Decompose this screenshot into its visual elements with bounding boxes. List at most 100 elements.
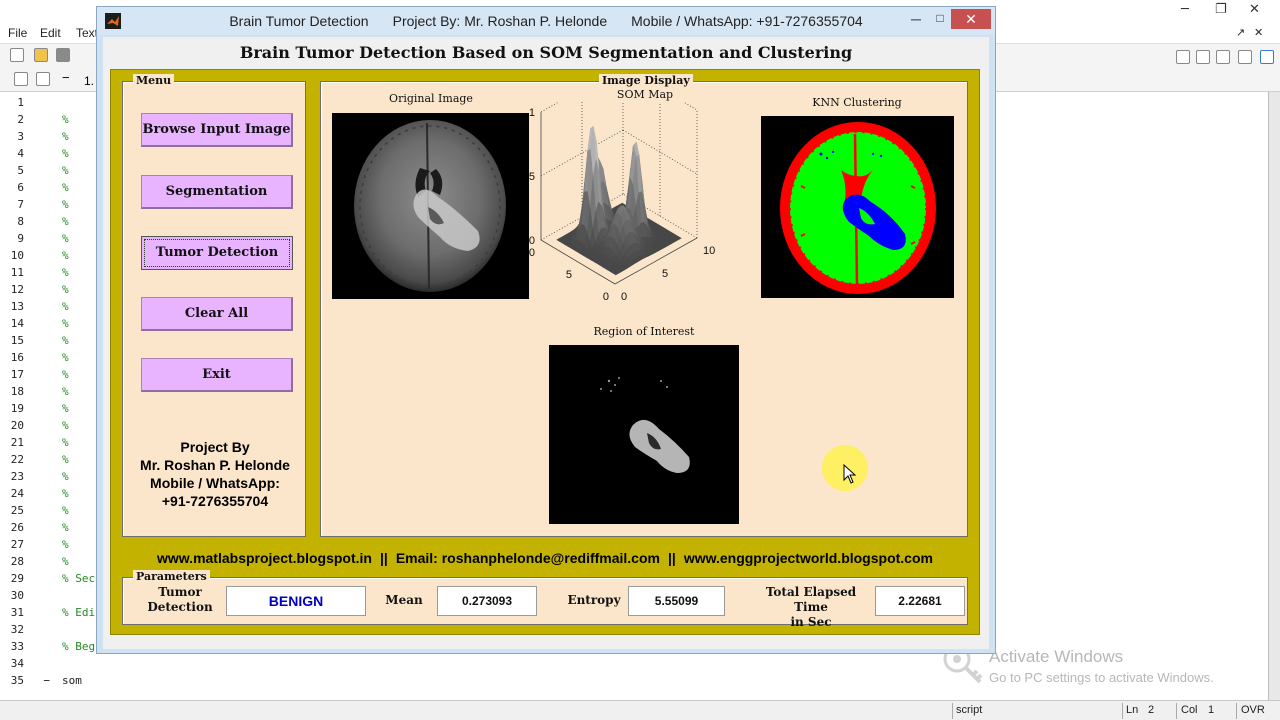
code-line[interactable]: % — [62, 385, 69, 398]
layout-maximize-icon[interactable] — [1260, 50, 1274, 64]
editor-doc-close-icon[interactable]: ✕ — [1254, 26, 1263, 39]
line-number: 6 — [17, 181, 24, 194]
code-line[interactable]: % — [62, 232, 69, 245]
segmentation-button[interactable]: Segmentation — [141, 175, 293, 209]
code-line[interactable]: % — [62, 147, 69, 160]
clear-all-button[interactable]: Clear All — [141, 297, 293, 331]
code-line[interactable]: % — [62, 521, 69, 534]
fold-marker-icon[interactable]: − — [26, 674, 50, 687]
line-number: 1 — [17, 96, 24, 109]
editor-menu-file[interactable]: File — [8, 26, 27, 40]
editor-menu-text[interactable]: Text — [76, 26, 98, 40]
browse-input-image-button[interactable]: Browse Input Image — [141, 113, 293, 147]
original-image — [332, 113, 529, 299]
code-line[interactable]: % — [62, 164, 69, 177]
title-mobile: Mobile / WhatsApp: +91-7276355704 — [631, 13, 863, 29]
som-grid-line — [540, 102, 560, 113]
layout-grid-icon[interactable] — [1176, 50, 1190, 64]
code-line[interactable]: % — [62, 419, 69, 432]
line-number: 3 — [17, 130, 24, 143]
status-ln-value: 2 — [1148, 704, 1155, 716]
original-image-label: Original Image — [389, 92, 473, 105]
line-number: 11 — [10, 266, 24, 279]
line-number: 31 — [10, 606, 24, 619]
tumor-detection-button[interactable]: Tumor Detection — [141, 236, 293, 270]
project-author: Mr. Roshan P. Helonde — [140, 457, 290, 473]
line-number: 10 — [10, 249, 24, 262]
cell-divider-icon[interactable] — [36, 72, 50, 86]
code-line[interactable]: % — [62, 453, 69, 466]
line-number: 16 — [10, 351, 24, 364]
code-line[interactable]: % Beg — [62, 640, 95, 653]
gui-titlebar[interactable]: Brain Tumor Detection Project By: Mr. Ros… — [97, 7, 995, 35]
code-line[interactable]: % — [62, 555, 69, 568]
open-folder-icon[interactable] — [34, 48, 48, 62]
code-line[interactable]: % — [62, 198, 69, 211]
contact-separator-1: || — [379, 550, 388, 566]
title-app: Brain Tumor Detection — [229, 13, 369, 29]
gui-body: Brain Tumor Detection Based on SOM Segme… — [103, 37, 989, 649]
code-line[interactable]: % — [62, 181, 69, 194]
line-number: 33 — [10, 640, 24, 653]
status-col-label: Col — [1181, 704, 1198, 716]
layout-float-icon[interactable] — [1238, 50, 1252, 64]
layout-split-icon[interactable] — [1196, 50, 1210, 64]
code-line[interactable]: % — [62, 402, 69, 415]
editor-close-icon[interactable]: ✕ — [1249, 2, 1260, 17]
code-line[interactable]: % — [62, 130, 69, 143]
code-line[interactable]: % — [62, 368, 69, 381]
editor-restore-icon[interactable]: ❐ — [1215, 2, 1227, 17]
code-line[interactable]: % Edi — [62, 606, 95, 619]
save-icon[interactable] — [56, 48, 70, 62]
code-line[interactable]: % — [62, 487, 69, 500]
time-label-line-2: in Sec — [790, 615, 832, 629]
code-line[interactable]: % — [62, 283, 69, 296]
main-heading: Brain Tumor Detection Based on SOM Segme… — [239, 43, 853, 62]
line-number: 35 — [10, 674, 24, 687]
increment-field[interactable]: 1. — [84, 74, 94, 88]
code-line[interactable]: % — [62, 538, 69, 551]
elapsed-time-field: 2.22681 — [875, 586, 965, 616]
line-number: 15 — [10, 334, 24, 347]
editor-minimize-icon[interactable]: ─ — [1181, 2, 1189, 17]
line-number: 34 — [10, 657, 24, 670]
code-line[interactable]: % Sec — [62, 572, 95, 585]
editor-scrollbar[interactable] — [1268, 92, 1280, 700]
exit-button[interactable]: Exit — [141, 358, 293, 392]
line-number: 21 — [10, 436, 24, 449]
code-line[interactable]: % — [62, 300, 69, 313]
contact-bar: www.matlabsproject.blogspot.in || Email: r… — [111, 550, 979, 566]
code-line[interactable]: % — [62, 113, 69, 126]
new-file-icon[interactable] — [10, 48, 24, 62]
insert-cell-icon[interactable] — [14, 72, 28, 86]
mean-value-field: 0.273093 — [437, 586, 537, 616]
code-line[interactable]: % — [62, 351, 69, 364]
gui-close-button[interactable]: ✕ — [951, 9, 991, 29]
website-link-2[interactable]: www.enggprojectworld.blogspot.com — [684, 550, 933, 566]
image-display-panel: Image Display Original Image SOM Map 0 5… — [320, 74, 968, 537]
layout-split-vertical-icon[interactable] — [1216, 50, 1230, 64]
code-line[interactable]: % — [62, 249, 69, 262]
gui-minimize-button[interactable]: ─ — [905, 11, 927, 29]
line-number: 29 — [10, 572, 24, 585]
code-line[interactable]: % — [62, 504, 69, 517]
code-line[interactable]: % — [62, 215, 69, 228]
editor-doc-restore-icon[interactable]: ↗ — [1236, 26, 1245, 39]
knn-clustering-label: KNN Clustering — [812, 96, 902, 109]
code-line[interactable]: % — [62, 266, 69, 279]
activate-windows-subtitle: Go to PC settings to activate Windows. — [989, 670, 1214, 685]
website-link-1[interactable]: www.matlabsproject.blogspot.in — [157, 550, 372, 566]
line-number: 12 — [10, 283, 24, 296]
editor-menu-edit[interactable]: Edit — [40, 26, 61, 40]
gui-maximize-button[interactable]: □ — [929, 11, 951, 29]
code-line[interactable]: % — [62, 436, 69, 449]
code-line[interactable]: som — [62, 674, 82, 687]
decrement-icon[interactable]: − — [62, 70, 70, 85]
code-line[interactable]: % — [62, 317, 69, 330]
line-number: 22 — [10, 453, 24, 466]
code-line[interactable]: % — [62, 334, 69, 347]
line-number: 27 — [10, 538, 24, 551]
som-z-tick: 0 — [529, 235, 535, 247]
code-line[interactable]: % — [62, 470, 69, 483]
line-number: 28 — [10, 555, 24, 568]
